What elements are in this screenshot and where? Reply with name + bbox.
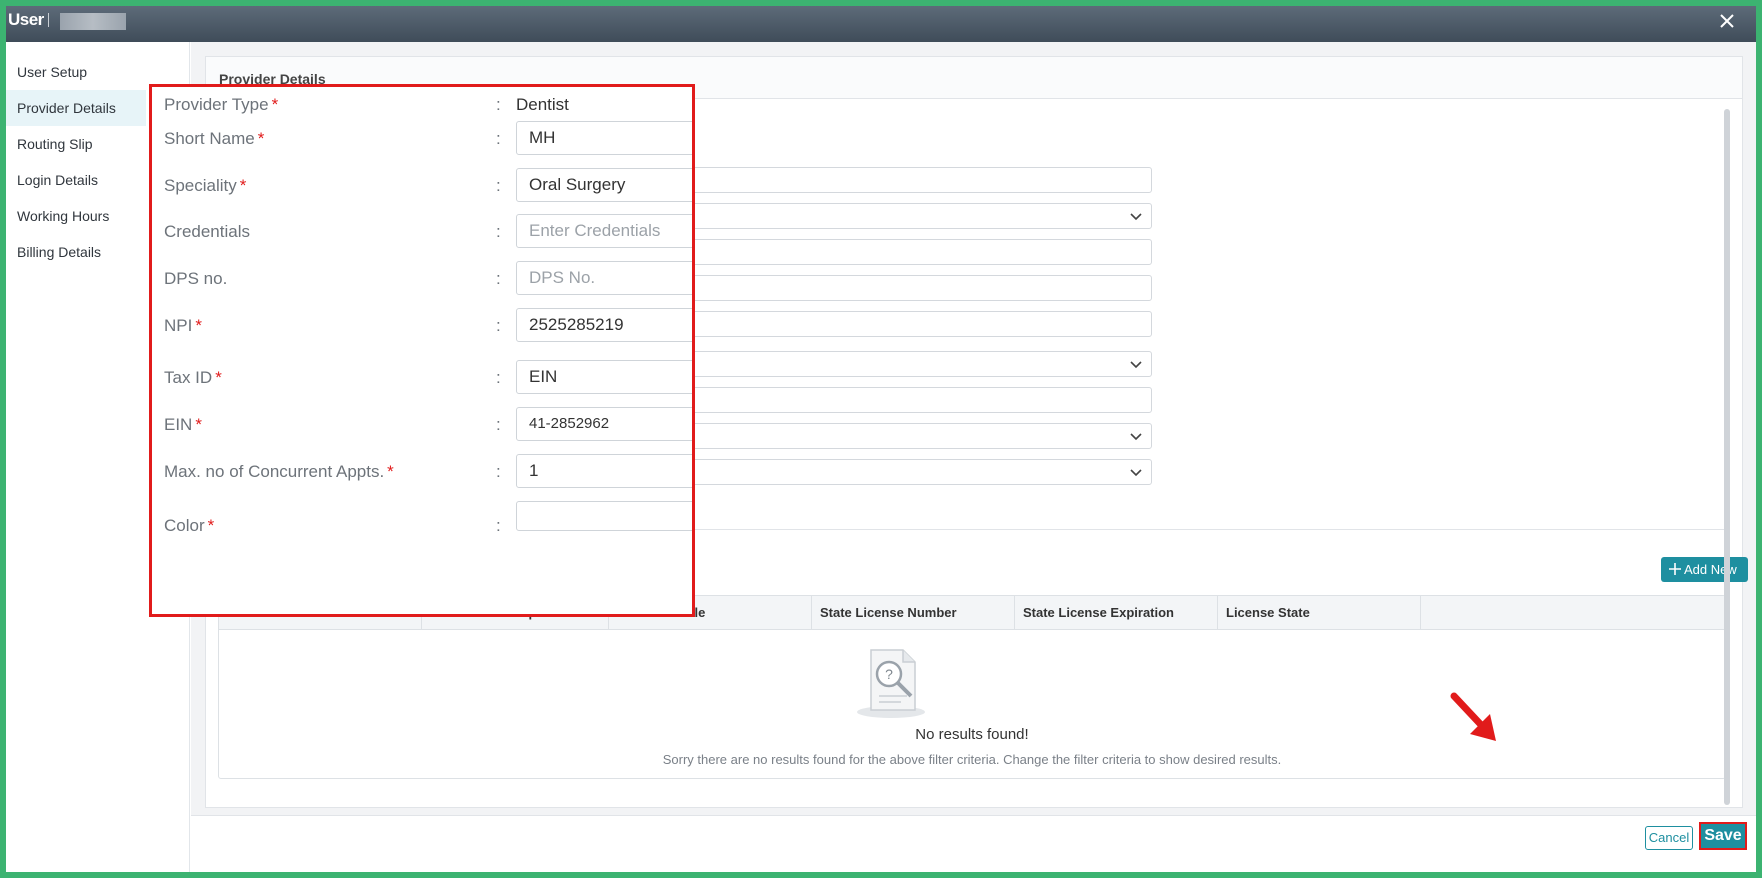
sidebar-item-billing-details[interactable]: Billing Details bbox=[6, 234, 146, 270]
colon: : bbox=[496, 176, 501, 195]
speciality-label: Speciality * bbox=[164, 176, 247, 195]
dialog-titlebar: User bbox=[6, 6, 1756, 42]
max-concurrent-select[interactable]: 1 bbox=[516, 454, 692, 488]
speciality-input[interactable]: Oral Surgery bbox=[516, 168, 692, 202]
credentials-input[interactable]: Enter Credentials bbox=[516, 214, 692, 248]
column-header-state-license-number[interactable]: State License Number bbox=[812, 596, 1015, 630]
sidebar-item-routing-slip[interactable]: Routing Slip bbox=[6, 126, 146, 162]
no-results-icon: ? bbox=[857, 649, 925, 718]
column-header-state-license-expiration[interactable]: State License Expiration bbox=[1015, 596, 1218, 630]
colon: : bbox=[496, 129, 501, 148]
color-picker-input[interactable] bbox=[516, 501, 692, 531]
max-concurrent-row: Max. no of Concurrent Appts. * : 1 bbox=[152, 454, 692, 490]
provider-type-label: Provider Type * bbox=[164, 95, 279, 114]
colon: : bbox=[496, 415, 501, 434]
tax-id-select[interactable]: EIN bbox=[516, 360, 692, 394]
credentials-label: Credentials bbox=[164, 222, 250, 241]
tax-id-label: Tax ID * bbox=[164, 368, 222, 387]
sidebar-item-user-setup[interactable]: User Setup bbox=[6, 54, 146, 90]
save-button[interactable]: Save bbox=[1699, 822, 1747, 850]
color-label: Color * bbox=[164, 516, 215, 535]
ein-input[interactable]: 41-2852962 bbox=[516, 407, 692, 441]
colon: : bbox=[496, 368, 501, 387]
ein-label: EIN * bbox=[164, 415, 202, 434]
short-name-row: Short Name * : MH bbox=[152, 121, 692, 157]
dps-field-bg[interactable] bbox=[690, 239, 1152, 265]
vertical-scrollbar[interactable] bbox=[1724, 109, 1730, 805]
credentials-dropdown-bg[interactable] bbox=[690, 203, 1152, 229]
close-icon[interactable] bbox=[1716, 10, 1738, 32]
redacted-username bbox=[60, 13, 126, 30]
npi-label: NPI * bbox=[164, 316, 202, 335]
chevron-down-icon bbox=[1130, 433, 1142, 441]
short-name-input[interactable]: MH bbox=[516, 121, 692, 155]
colon: : bbox=[496, 462, 501, 481]
tax-id-row: Tax ID * : EIN bbox=[152, 360, 692, 396]
plus-icon bbox=[1669, 563, 1681, 575]
ein-field-bg[interactable] bbox=[690, 387, 1152, 413]
speciality-field-bg[interactable] bbox=[690, 167, 1152, 193]
sidebar-item-login-details[interactable]: Login Details bbox=[6, 162, 146, 198]
npi-row: NPI * : 2525285219 bbox=[152, 308, 692, 344]
max-concurrent-label: Max. no of Concurrent Appts. * bbox=[164, 462, 394, 481]
chevron-down-icon bbox=[1130, 361, 1142, 369]
title-separator bbox=[48, 13, 49, 27]
npi-input[interactable]: 2525285219 bbox=[516, 308, 692, 342]
dialog-footer: Cancel Save bbox=[191, 815, 1756, 872]
credentials-row: Credentials : Enter Credentials bbox=[152, 214, 692, 250]
ein-row: EIN * : 41-2852962 bbox=[152, 407, 692, 443]
npi-field-bg[interactable] bbox=[690, 275, 1152, 301]
npi-extra-field-bg[interactable] bbox=[690, 311, 1152, 337]
sidebar-item-working-hours[interactable]: Working Hours bbox=[6, 198, 146, 234]
provider-type-row: Provider Type * : Dentist bbox=[152, 87, 692, 123]
dps-no-input[interactable]: DPS No. bbox=[516, 261, 692, 295]
user-dialog: User User Setup Provider Details Routing… bbox=[6, 6, 1756, 872]
cancel-button[interactable]: Cancel bbox=[1645, 826, 1693, 850]
dps-no-row: DPS no. : DPS No. bbox=[152, 261, 692, 297]
colon: : bbox=[496, 516, 501, 535]
colon: : bbox=[496, 316, 501, 335]
colon: : bbox=[496, 269, 501, 288]
empty-state-message: Sorry there are no results found for the… bbox=[662, 752, 1282, 767]
speciality-row: Speciality * : Oral Surgery bbox=[152, 168, 692, 204]
column-header-license-state[interactable]: License State bbox=[1218, 596, 1421, 630]
svg-text:?: ? bbox=[885, 666, 893, 682]
concurrent-dropdown-bg[interactable] bbox=[690, 423, 1152, 449]
annotation-arrow-icon bbox=[1450, 692, 1496, 741]
license-table: DEA Number DEA License Expiration DEA Sc… bbox=[218, 595, 1726, 779]
short-name-label: Short Name * bbox=[164, 129, 265, 148]
max-concurrent-dropdown-bg[interactable] bbox=[690, 459, 1152, 485]
dialog-title: User bbox=[8, 10, 44, 29]
provider-fields-zoom-overlay: Provider Type * : Dentist Short Name * : M… bbox=[149, 84, 695, 617]
color-row: Color * : bbox=[152, 501, 692, 537]
chevron-down-icon bbox=[1130, 213, 1142, 221]
tax-id-dropdown-bg[interactable] bbox=[690, 351, 1152, 377]
sidebar-item-provider-details[interactable]: Provider Details bbox=[6, 90, 146, 126]
add-new-license-button[interactable]: Add New bbox=[1661, 557, 1748, 582]
provider-type-value: Dentist bbox=[516, 95, 569, 114]
colon: : bbox=[496, 95, 501, 114]
chevron-down-icon bbox=[1130, 469, 1142, 477]
dps-no-label: DPS no. bbox=[164, 269, 228, 288]
colon: : bbox=[496, 222, 501, 241]
